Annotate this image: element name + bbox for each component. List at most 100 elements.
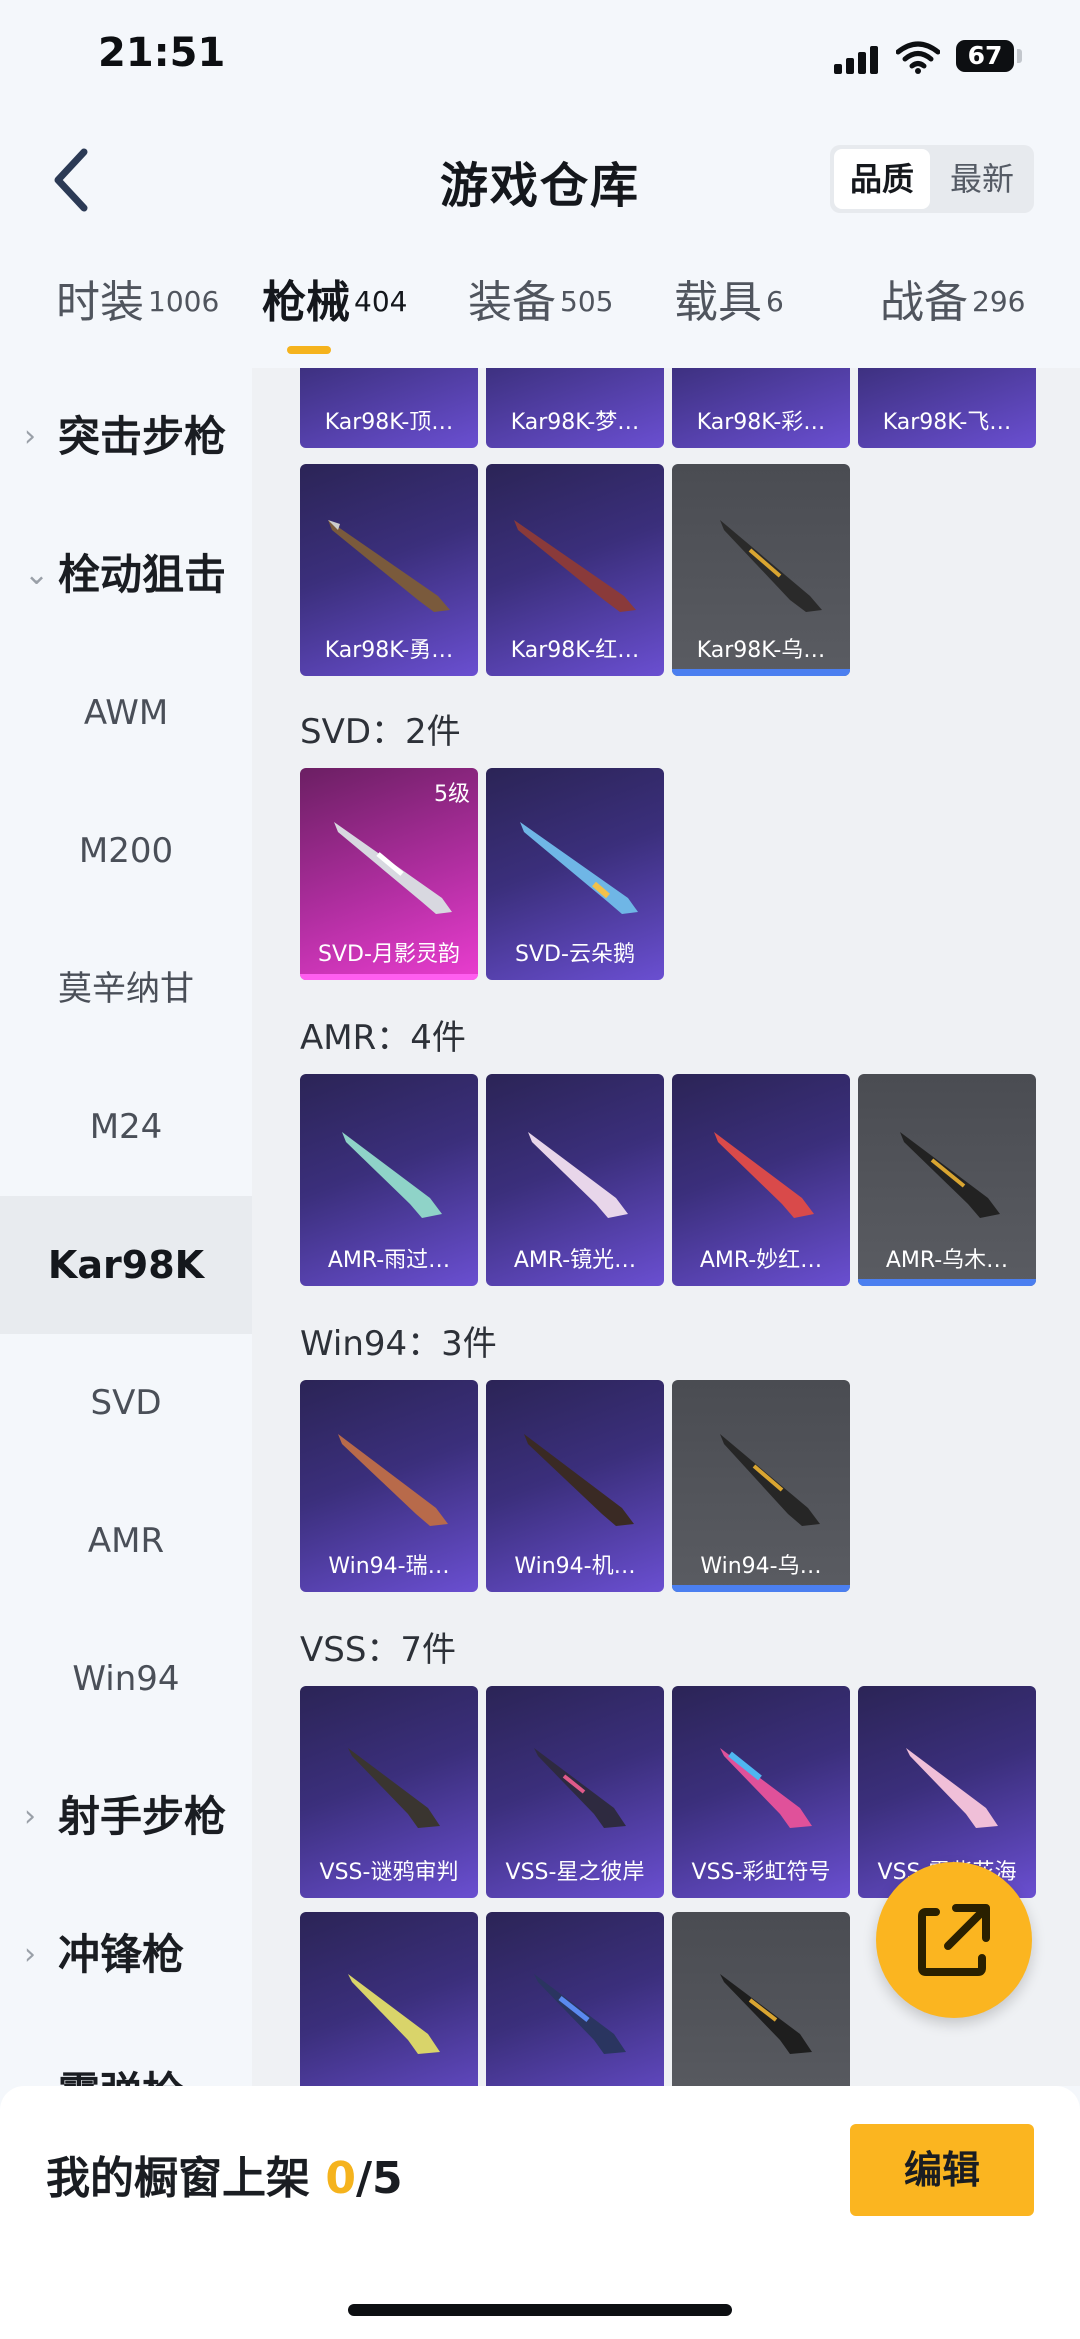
- sidebar-item-label: 射手步枪: [58, 1792, 227, 1841]
- rifle-icon: [534, 1748, 626, 1828]
- sidebar-item-m200[interactable]: M200: [0, 782, 252, 920]
- edit-button[interactable]: 编辑: [850, 2124, 1034, 2216]
- sidebar-item-shotgun[interactable]: › 霰弹枪: [0, 2024, 252, 2086]
- sidebar-item-awm[interactable]: AWM: [0, 644, 252, 782]
- skin-card[interactable]: AMR-雨过…: [300, 1074, 478, 1286]
- skin-card[interactable]: Kar98K-梦…: [486, 368, 664, 448]
- skin-card[interactable]: Kar98K-乌…: [672, 464, 850, 676]
- tab-equipment[interactable]: 装备 505: [468, 266, 613, 330]
- section-title-svd: SVD：2件: [300, 712, 461, 752]
- sort-toggle: 品质 最新: [830, 145, 1034, 213]
- skin-card[interactable]: SVD-云朵鹅: [486, 768, 664, 980]
- bottom-bar: 我的橱窗上架 0/5 编辑: [0, 2086, 1080, 2339]
- skin-card[interactable]: [300, 1912, 478, 2086]
- showcase-label: 我的橱窗上架: [46, 2153, 310, 2204]
- rifle-icon: [338, 1434, 448, 1526]
- section-title-win94: Win94：3件: [300, 1324, 497, 1364]
- sidebar-item-assault-rifle[interactable]: › 突击步枪: [0, 368, 252, 506]
- skin-name: Kar98K-飞…: [882, 410, 1012, 435]
- skin-card[interactable]: AMR-妙红…: [672, 1074, 850, 1286]
- skin-name: SVD-月影灵韵: [318, 942, 460, 967]
- skin-card[interactable]: Kar98K-勇…: [300, 464, 478, 676]
- section-title-vss: VSS：7件: [300, 1630, 457, 1670]
- skin-card[interactable]: Kar98K-彩…: [672, 368, 850, 448]
- skin-card[interactable]: VSS-星之彼岸: [486, 1686, 664, 1898]
- rifle-icon: [720, 1434, 820, 1526]
- tab-count: 404: [354, 284, 408, 318]
- cellular-signal-icon: [834, 44, 880, 74]
- skin-card[interactable]: AMR-乌木…: [858, 1074, 1036, 1286]
- wifi-icon: [896, 41, 940, 74]
- showcase-current: 0: [325, 2153, 356, 2204]
- category-tabs: 时装 1006 枪械 404 装备 505 载具 6 战备 296: [0, 266, 1080, 362]
- skin-name: Win94-瑞…: [328, 1554, 450, 1579]
- chevron-down-icon: ⌄: [24, 557, 50, 592]
- skin-card[interactable]: VSS-谜鸦审判: [300, 1686, 478, 1898]
- skin-name: Kar98K-梦…: [510, 410, 640, 435]
- rifle-icon: [720, 1748, 812, 1828]
- sidebar-item-bolt-sniper[interactable]: ⌄ 栓动狙击: [0, 506, 252, 644]
- skin-card[interactable]: Win94-乌…: [672, 1380, 850, 1592]
- sidebar-item-marksman-rifle[interactable]: › 射手步枪: [0, 1748, 252, 1886]
- skin-card[interactable]: VSS-彩虹符号: [672, 1686, 850, 1898]
- tab-vehicles[interactable]: 载具 6: [674, 266, 784, 330]
- rifle-icon: [348, 1974, 440, 2054]
- skin-card[interactable]: [486, 1912, 664, 2086]
- tab-count: 505: [560, 284, 614, 318]
- external-link-icon: [918, 1904, 990, 1976]
- tab-fashion[interactable]: 时装 1006: [56, 266, 219, 330]
- rifle-icon: [720, 1974, 812, 2054]
- skin-name: Kar98K-彩…: [696, 410, 826, 435]
- sidebar-item-m24[interactable]: M24: [0, 1058, 252, 1196]
- skin-card[interactable]: Win94-机…: [486, 1380, 664, 1592]
- skin-card[interactable]: Kar98K-飞…: [858, 368, 1036, 448]
- sidebar-item-label: 栓动狙击: [58, 550, 227, 599]
- rifle-icon: [714, 1132, 814, 1218]
- skin-name: VSS-谜鸦审判: [319, 1860, 459, 1885]
- skin-card[interactable]: 5级 SVD-月影灵韵: [300, 768, 478, 980]
- tab-label: 时装: [56, 277, 144, 328]
- chevron-right-icon: ›: [24, 419, 36, 454]
- sidebar-item-amr[interactable]: AMR: [0, 1472, 252, 1610]
- sidebar-item-svd[interactable]: SVD: [0, 1334, 252, 1472]
- share-button[interactable]: [876, 1862, 1032, 2018]
- rifle-icon: [342, 1132, 442, 1218]
- home-indicator[interactable]: [348, 2304, 732, 2316]
- rifle-icon: [524, 1434, 634, 1526]
- skin-name: Win94-乌…: [700, 1554, 822, 1579]
- weapon-grid: Kar98K-顶… Kar98K-梦… Kar98K-彩… Kar98K-飞… …: [252, 368, 1080, 2086]
- chevron-right-icon: ›: [24, 1799, 36, 1834]
- skin-card[interactable]: AMR-镜光…: [486, 1074, 664, 1286]
- showcase-total: /5: [355, 2153, 403, 2204]
- rifle-icon: [900, 1132, 1000, 1218]
- rifle-icon: [534, 1974, 626, 2054]
- sidebar-item-kar98k[interactable]: Kar98K: [0, 1196, 252, 1334]
- skin-name: AMR-镜光…: [513, 1248, 637, 1273]
- weapon-category-sidebar: › 突击步枪 ⌄ 栓动狙击 AWM M200 莫辛纳甘 M24 Kar98K S…: [0, 368, 252, 2086]
- sort-newest-button[interactable]: 最新: [934, 149, 1030, 209]
- status-bar: 21:51 67: [0, 0, 1080, 120]
- active-tab-indicator: [287, 346, 331, 354]
- sidebar-item-mosin[interactable]: 莫辛纳甘: [0, 920, 252, 1058]
- tab-label: 装备: [468, 277, 556, 328]
- chevron-right-icon: ›: [24, 1937, 36, 1972]
- tab-firearms[interactable]: 枪械 404: [262, 266, 407, 330]
- battery-cap: [1017, 49, 1022, 63]
- skin-name: Win94-机…: [514, 1554, 636, 1579]
- skin-card[interactable]: Win94-瑞…: [300, 1380, 478, 1592]
- skin-name: AMR-雨过…: [327, 1248, 451, 1273]
- rifle-icon: [328, 520, 450, 612]
- skin-name: Kar98K-顶…: [324, 410, 454, 435]
- rifle-icon: [720, 520, 822, 612]
- tab-label: 战备: [880, 277, 968, 328]
- rifle-icon: [334, 822, 452, 914]
- skin-card[interactable]: Kar98K-顶…: [300, 368, 478, 448]
- sort-quality-button[interactable]: 品质: [834, 149, 930, 209]
- rifle-icon: [528, 1132, 628, 1218]
- sidebar-item-smg[interactable]: › 冲锋枪: [0, 1886, 252, 2024]
- rifle-icon: [906, 1748, 998, 1828]
- skin-card[interactable]: [672, 1912, 850, 2086]
- sidebar-item-win94[interactable]: Win94: [0, 1610, 252, 1748]
- tab-supplies[interactable]: 战备 296: [880, 266, 1025, 330]
- skin-card[interactable]: Kar98K-红…: [486, 464, 664, 676]
